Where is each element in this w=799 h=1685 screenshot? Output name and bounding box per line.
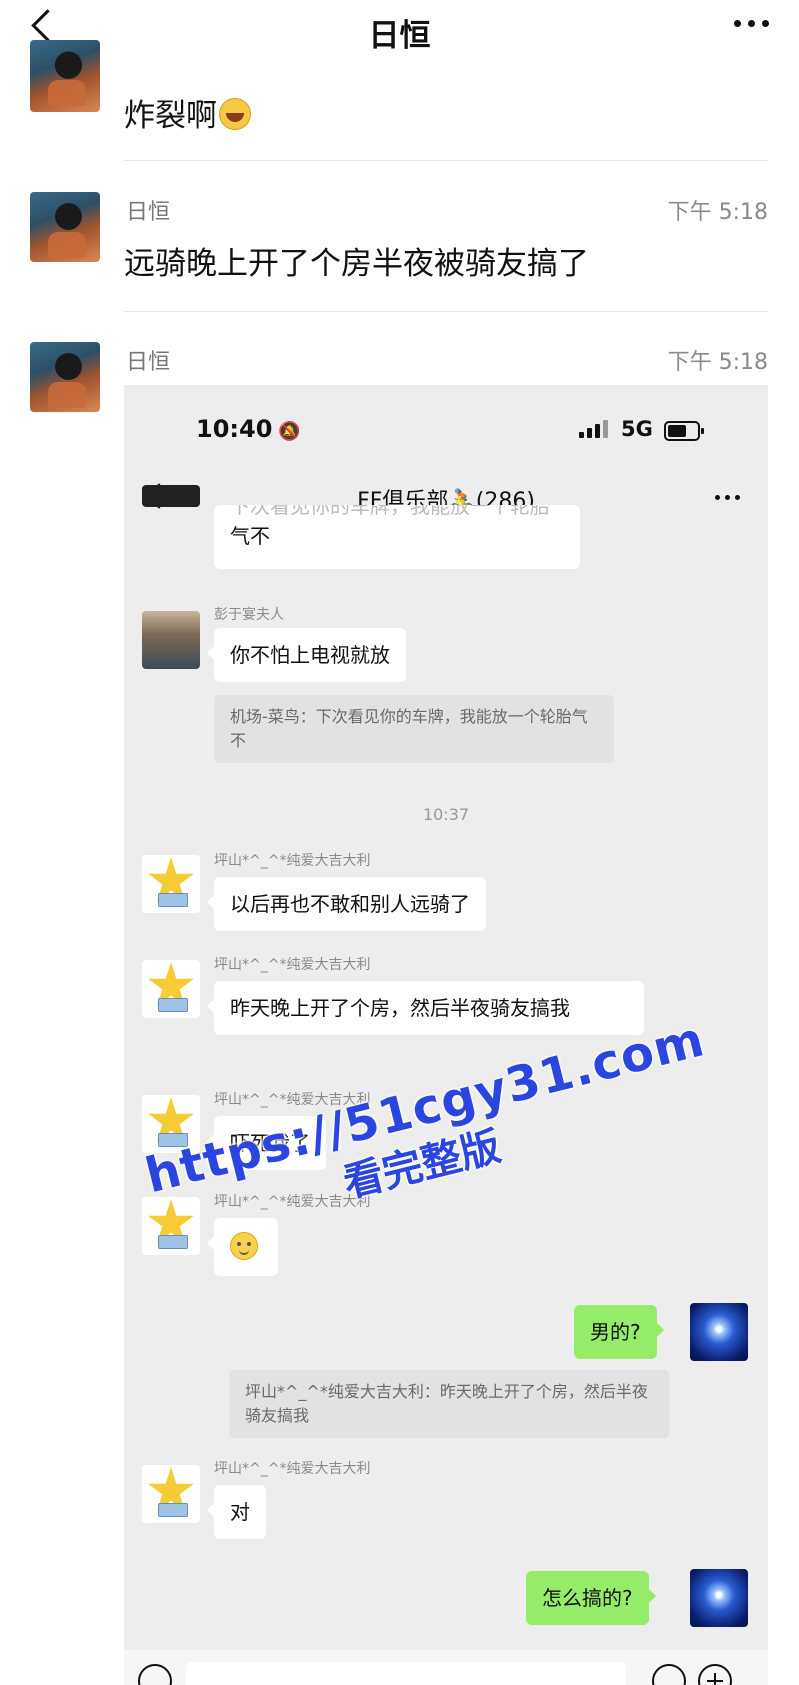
avatar bbox=[142, 611, 200, 669]
avatar bbox=[142, 485, 200, 507]
message-text: 炸裂啊 bbox=[124, 90, 251, 135]
more-icon bbox=[715, 495, 740, 500]
message-bubble-self: 男的? bbox=[574, 1305, 664, 1359]
avatar[interactable] bbox=[30, 342, 100, 412]
battery-icon bbox=[664, 421, 704, 441]
sender-name: 坪山*^_^*纯爱大吉大利 bbox=[214, 1461, 371, 1477]
message-bubble: 昨天晚上开了个房，然后半夜骑友搞我 bbox=[207, 981, 644, 1035]
status-time: 10:40 bbox=[196, 415, 273, 443]
chat-title: 日恒 bbox=[368, 18, 431, 54]
sender-name: 日恒 bbox=[126, 350, 171, 375]
top-bar: 日恒 bbox=[0, 0, 799, 72]
message-bubble: 你不怕上电视就放 bbox=[207, 628, 406, 682]
message-text: 远骑晚上开了个房半夜被骑友搞了 bbox=[124, 246, 589, 282]
message-bubble: 下次看见你的车牌，我能放一个轮胎 气不 bbox=[214, 505, 580, 569]
sender-name: 日恒 bbox=[126, 200, 171, 225]
timestamp: 10:37 bbox=[422, 805, 470, 824]
message-bubble: 对 bbox=[207, 1485, 266, 1539]
quoted-message: 坪山*^_^*纯爱大吉大利：昨天晚上开了个房，然后半夜骑友搞我 bbox=[229, 1370, 669, 1438]
message-input bbox=[186, 1662, 626, 1685]
avatar bbox=[690, 1569, 748, 1627]
status-bar: 10:40 🔕 5G bbox=[124, 385, 768, 465]
avatar[interactable] bbox=[30, 40, 100, 112]
avatar bbox=[690, 1303, 748, 1361]
voice-icon bbox=[138, 1664, 172, 1685]
avatar[interactable] bbox=[30, 192, 100, 262]
more-icon[interactable] bbox=[734, 20, 769, 27]
network-type: 5G bbox=[621, 417, 653, 441]
plus-icon bbox=[698, 1664, 732, 1685]
avatar bbox=[142, 960, 200, 1018]
divider bbox=[124, 160, 768, 161]
bell-off-icon: 🔕 bbox=[278, 421, 301, 442]
sender-name: 彭于宴夫人 bbox=[214, 607, 284, 623]
message-time: 下午 5:18 bbox=[667, 200, 768, 225]
laugh-emoji-icon bbox=[219, 98, 251, 130]
input-bar bbox=[124, 1650, 768, 1685]
divider bbox=[124, 311, 768, 312]
quoted-message: 机场-菜鸟：下次看见你的车牌，我能放一个轮胎气不 bbox=[214, 695, 614, 763]
message-time: 下午 5:18 bbox=[667, 350, 768, 375]
avatar bbox=[142, 855, 200, 913]
avatar bbox=[142, 1465, 200, 1523]
message-bubble-self: 怎么搞的? bbox=[526, 1571, 656, 1625]
message-bubble: 以后再也不敢和别人远骑了 bbox=[207, 877, 486, 931]
sender-name: 坪山*^_^*纯爱大吉大利 bbox=[214, 853, 371, 869]
signal-icon bbox=[579, 420, 608, 438]
emoji-icon bbox=[652, 1664, 686, 1685]
sender-name: 坪山*^_^*纯爱大吉大利 bbox=[214, 957, 371, 973]
